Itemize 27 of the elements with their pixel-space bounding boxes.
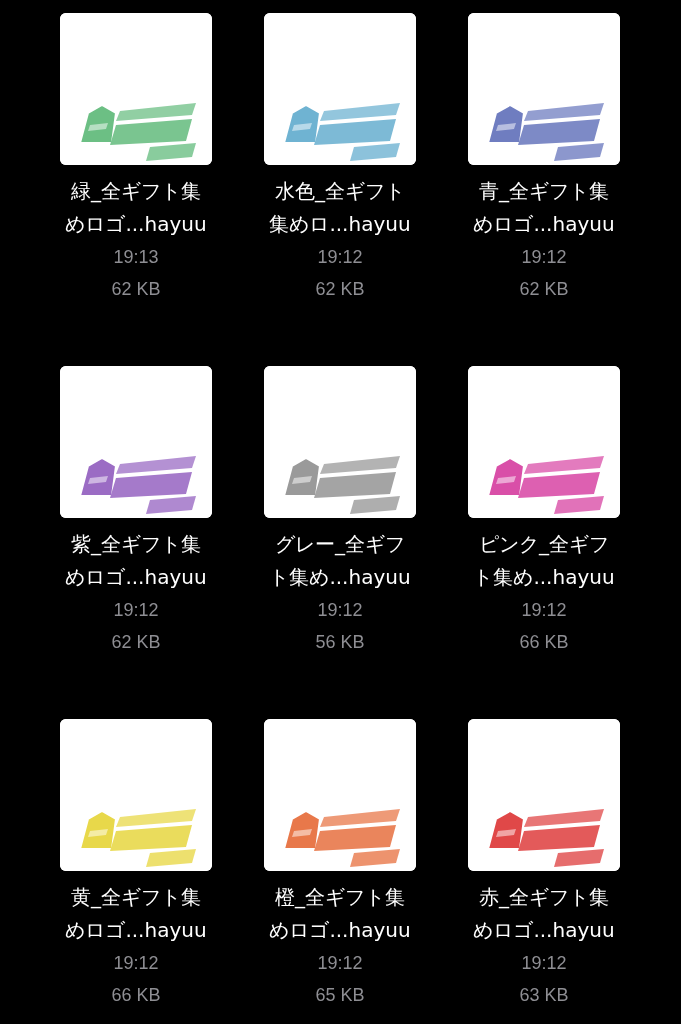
file-time: 19:12 bbox=[113, 599, 159, 622]
file-name: 水色_全ギフト 集めロ...hayuu bbox=[268, 178, 412, 238]
file-size: 62 KB bbox=[111, 278, 161, 301]
file-name: 紫_全ギフト集 めロゴ...hayuu bbox=[64, 531, 208, 591]
file-size: 62 KB bbox=[111, 631, 161, 654]
file-time: 19:12 bbox=[113, 952, 159, 975]
file-time: 19:12 bbox=[317, 599, 363, 622]
file-size: 56 KB bbox=[315, 631, 365, 654]
file-name: 黄_全ギフト集 めロゴ...hayuu bbox=[64, 884, 208, 944]
file-name: 赤_全ギフト集 めロゴ...hayuu bbox=[472, 884, 616, 944]
file-name: ピンク_全ギフ ト集め...hayuu bbox=[472, 531, 616, 591]
file-time: 19:12 bbox=[317, 246, 363, 269]
file-size: 66 KB bbox=[519, 631, 569, 654]
file-size: 65 KB bbox=[315, 984, 365, 1007]
file-time: 19:12 bbox=[521, 952, 567, 975]
file-name: グレー_全ギフ ト集め...hayuu bbox=[268, 531, 412, 591]
file-time: 19:12 bbox=[317, 952, 363, 975]
file-time: 19:13 bbox=[113, 246, 159, 269]
file-size: 62 KB bbox=[519, 278, 569, 301]
file-time: 19:12 bbox=[521, 599, 567, 622]
file-time: 19:12 bbox=[521, 246, 567, 269]
file-name: 緑_全ギフト集 めロゴ...hayuu bbox=[64, 178, 208, 238]
file-name: 橙_全ギフト集 めロゴ...hayuu bbox=[268, 884, 412, 944]
file-size: 66 KB bbox=[111, 984, 161, 1007]
file-size: 63 KB bbox=[519, 984, 569, 1007]
file-size: 62 KB bbox=[315, 278, 365, 301]
file-name: 青_全ギフト集 めロゴ...hayuu bbox=[472, 178, 616, 238]
